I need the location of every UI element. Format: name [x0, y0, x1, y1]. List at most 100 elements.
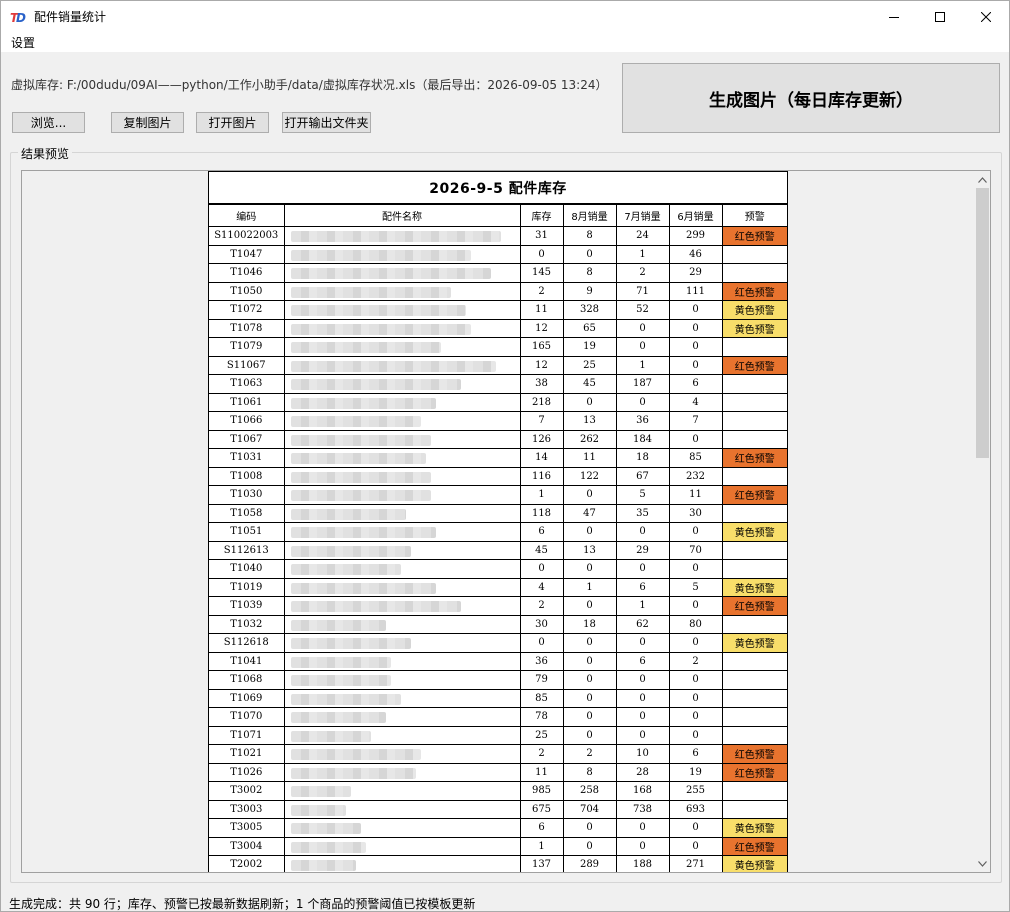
redacted-part-name [290, 231, 501, 242]
redacted-part-name [290, 286, 451, 298]
app-window: T D 配件销量统计 设置 虚拟库存: F:/00dudu/09AI——pyth… [0, 0, 1010, 912]
stock-cell: 4 [519, 577, 564, 597]
warning-cell [721, 466, 787, 486]
code-cell: T1047 [209, 244, 285, 264]
redacted-part-name [290, 601, 461, 612]
redacted-part-name [290, 360, 496, 372]
code-cell: T1051 [209, 522, 285, 542]
maximize-icon [935, 11, 945, 22]
maximize-button[interactable] [917, 1, 963, 32]
table-row: S11067 12 25 1 0 红色预警 [209, 355, 787, 375]
name-cell [283, 577, 521, 597]
stock-cell: 12 [519, 318, 564, 338]
stock-cell: 30 [519, 614, 564, 634]
redacted-part-name [290, 249, 471, 261]
stock-cell: 11 [519, 300, 564, 320]
table-row: T1078 12 65 0 0 黄色预警 [209, 318, 787, 338]
name-cell [283, 374, 521, 394]
jul-sales-cell: 2 [615, 263, 670, 283]
generate-image-button[interactable]: 生成图片（每日库存更新） [622, 63, 1000, 133]
table-row: T1079 165 19 0 0 [209, 337, 787, 357]
jun-sales-cell: 0 [668, 707, 723, 727]
jul-sales-cell: 6 [615, 651, 670, 671]
jun-sales-cell: 19 [668, 762, 723, 782]
name-cell [283, 318, 521, 338]
code-cell: T1032 [209, 614, 285, 634]
close-button[interactable] [963, 1, 1009, 32]
table-row: T1069 85 0 0 0 [209, 688, 787, 708]
jun-sales-cell: 0 [668, 559, 723, 579]
jun-sales-cell: 0 [668, 670, 723, 690]
stock-cell: 25 [519, 725, 564, 745]
code-cell: T1071 [209, 725, 285, 745]
jul-sales-cell: 738 [615, 799, 670, 819]
table-row: T1063 38 45 187 6 [209, 374, 787, 394]
aug-sales-cell: 328 [562, 300, 617, 320]
open-image-button[interactable]: 打开图片 [196, 112, 269, 133]
table-row: T1051 6 0 0 0 黄色预警 [209, 522, 787, 542]
stock-cell: 2 [519, 596, 564, 616]
minimize-button[interactable] [871, 1, 917, 32]
jul-sales-cell: 0 [615, 337, 670, 357]
stock-cell: 1 [519, 836, 564, 856]
header-stock: 库存 [519, 204, 564, 227]
jul-sales-cell: 1 [615, 355, 670, 375]
jul-sales-cell: 67 [615, 466, 670, 486]
redacted-part-name [290, 786, 351, 797]
jun-sales-cell: 0 [668, 429, 723, 449]
scroll-down-icon[interactable] [974, 855, 990, 872]
name-cell [283, 466, 521, 486]
stock-cell: 137 [519, 855, 564, 872]
preview-area[interactable]: 2026-9-5 配件库存 编码 配件名称 库存 8月销量 7月销量 6月销量 … [21, 170, 991, 873]
warning-cell [721, 374, 787, 394]
table-row: T1058 118 47 35 30 [209, 503, 787, 523]
browse-button[interactable]: 浏览... [12, 112, 85, 133]
redacted-part-name [290, 804, 346, 816]
table-row: T1066 7 13 36 7 [209, 411, 787, 431]
inventory-table: 编码 配件名称 库存 8月销量 7月销量 6月销量 预警 S110022003 3… [209, 204, 787, 872]
header-jun-sales: 6月销量 [668, 204, 723, 227]
name-cell [283, 448, 521, 468]
code-cell: T1058 [209, 503, 285, 523]
redacted-part-name [290, 268, 491, 279]
name-cell [283, 281, 521, 301]
title-bar[interactable]: T D 配件销量统计 [1, 1, 1009, 32]
redacted-part-name [290, 693, 401, 705]
name-cell [283, 818, 521, 838]
code-cell: T1079 [209, 337, 285, 357]
jul-sales-cell: 0 [615, 818, 670, 838]
stock-cell: 36 [519, 651, 564, 671]
code-cell: T1040 [209, 559, 285, 579]
table-row: T2002 137 289 188 271 黄色预警 [209, 855, 787, 872]
warning-cell [721, 670, 787, 690]
name-cell [283, 559, 521, 579]
jun-sales-cell: 29 [668, 263, 723, 283]
jun-sales-cell: 4 [668, 392, 723, 412]
jul-sales-cell: 1 [615, 244, 670, 264]
jul-sales-cell: 71 [615, 281, 670, 301]
stock-cell: 38 [519, 374, 564, 394]
menu-settings[interactable]: 设置 [1, 34, 45, 51]
aug-sales-cell: 0 [562, 651, 617, 671]
redacted-part-name [290, 564, 401, 575]
vertical-scrollbar[interactable] [973, 171, 990, 872]
table-row: T1061 218 0 0 4 [209, 392, 787, 412]
scroll-up-icon[interactable] [974, 171, 990, 188]
open-output-folder-button[interactable]: 打开输出文件夹 [282, 112, 371, 133]
scroll-thumb[interactable] [976, 188, 989, 458]
name-cell [283, 522, 521, 542]
copy-image-button[interactable]: 复制图片 [111, 112, 184, 133]
aug-sales-cell: 11 [562, 448, 617, 468]
redacted-part-name [290, 582, 436, 594]
stock-cell: 218 [519, 392, 564, 412]
code-cell: S110022003 [209, 226, 285, 246]
jul-sales-cell: 0 [615, 707, 670, 727]
jul-sales-cell: 24 [615, 226, 670, 246]
minimize-icon [889, 16, 899, 18]
warning-cell [721, 263, 787, 283]
code-cell: T1021 [209, 744, 285, 764]
stock-cell: 0 [519, 559, 564, 579]
jul-sales-cell: 188 [615, 855, 670, 872]
aug-sales-cell: 1 [562, 577, 617, 597]
jun-sales-cell: 0 [668, 633, 723, 653]
